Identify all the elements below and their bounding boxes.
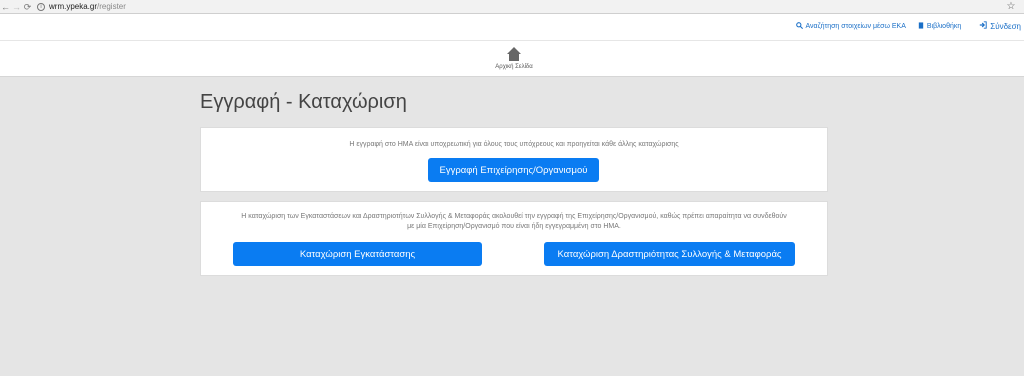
book-icon xyxy=(918,21,924,31)
bookmark-star-icon[interactable]: ☆ xyxy=(1004,1,1018,12)
search-eka-label: Αναζήτηση στοιχείων μέσω ΕΚΑ xyxy=(805,22,906,30)
library-label: Βιβλιοθήκη xyxy=(926,22,962,30)
browser-toolbar: ← → ⟳ i wrm.ypeka.gr/register ☆ xyxy=(0,0,1024,14)
reload-icon[interactable]: ⟳ xyxy=(22,0,33,14)
url-host: wrm.ypeka.gr xyxy=(49,2,98,11)
home-icon xyxy=(507,47,521,61)
registration-info-text: Η εγγραφή στο ΗΜΑ είναι υποχρεωτική για … xyxy=(349,141,679,148)
login-icon xyxy=(979,21,987,31)
home-label: Αρχική Σελίδα xyxy=(495,64,533,70)
register-company-button[interactable]: Εγγραφή Επιχείρησης/Οργανισμού xyxy=(428,158,599,182)
page-title: Εγγραφή - Καταχώριση xyxy=(200,91,407,113)
address-bar[interactable]: i wrm.ypeka.gr/register xyxy=(37,1,1004,13)
info-icon[interactable]: i xyxy=(37,2,45,11)
registration-card: Η εγγραφή στο ΗΜΑ είναι υποχρεωτική για … xyxy=(200,127,828,192)
top-header: Αναζήτηση στοιχείων μέσω ΕΚΑ Βιβλιοθήκη … xyxy=(0,14,1024,41)
search-eka-link[interactable]: Αναζήτηση στοιχείων μέσω ΕΚΑ xyxy=(795,21,906,31)
login-link[interactable]: Σύνδεση xyxy=(979,21,1021,31)
listing-card: Η καταχώριση των Εγκαταστάσεων και Δραστ… xyxy=(200,201,828,276)
search-icon xyxy=(795,21,803,31)
library-link[interactable]: Βιβλιοθήκη xyxy=(918,21,962,31)
register-facility-button[interactable]: Καταχώριση Εγκατάστασης xyxy=(233,242,482,266)
url-path: /register xyxy=(97,2,126,11)
forward-icon[interactable]: → xyxy=(11,0,22,14)
login-label: Σύνδεση xyxy=(990,21,1021,31)
home-navbar: Αρχική Σελίδα xyxy=(0,41,1024,77)
listing-info-text: Η καταχώριση των Εγκαταστάσεων και Δραστ… xyxy=(241,213,787,230)
back-icon[interactable]: ← xyxy=(0,0,11,14)
register-activity-button[interactable]: Καταχώριση Δραστηριότητας Συλλογής & Μετ… xyxy=(544,242,795,266)
top-links: Αναζήτηση στοιχείων μέσω ΕΚΑ Βιβλιοθήκη … xyxy=(784,21,1021,31)
home-nav-item[interactable]: Αρχική Σελίδα xyxy=(490,46,538,70)
